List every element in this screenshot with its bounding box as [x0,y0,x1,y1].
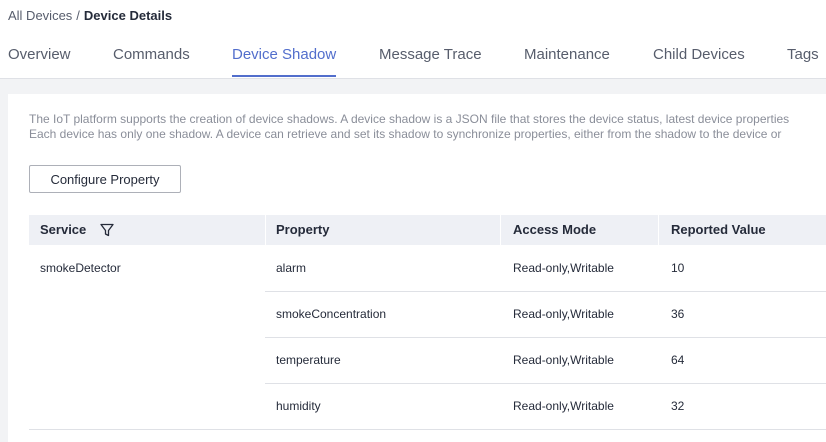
column-header-service: Service [40,222,87,237]
column-divider [500,215,501,245]
column-header-property: Property [276,222,330,237]
column-divider [265,215,266,245]
access-mode-cell: Read-only,Writable [513,261,614,275]
tab-child-devices[interactable]: Child Devices [653,46,745,77]
column-header-access-mode: Access Mode [513,222,597,237]
access-mode-cell: Read-only,Writable [513,399,614,413]
tab-maintenance[interactable]: Maintenance [524,46,610,77]
filter-icon[interactable] [99,222,115,238]
shadow-description: The IoT platform supports the creation o… [29,112,789,142]
reported-value-cell: 64 [671,353,685,367]
top-bar: All Devices / Device Details Overview Comm… [0,0,826,78]
property-cell: temperature [276,353,341,367]
breadcrumb-current: Device Details [83,8,173,23]
tab-tags[interactable]: Tags [787,46,819,77]
reported-value-cell: 10 [671,261,685,275]
reported-value-cell: 32 [671,399,685,413]
column-header-reported-value: Reported Value [671,222,766,237]
property-cell: humidity [276,399,321,413]
column-divider [658,215,659,245]
breadcrumb: All Devices / Device Details [8,8,172,23]
tab-bar: Overview Commands Device Shadow Message … [0,46,826,78]
breadcrumb-separator: / [76,8,80,23]
breadcrumb-all-devices[interactable]: All Devices [8,8,72,23]
row-divider [265,291,826,292]
row-divider [265,337,826,338]
service-cell: smokeDetector [40,261,121,275]
tab-message-trace[interactable]: Message Trace [379,46,482,77]
description-line-1: The IoT platform supports the creation o… [29,112,790,126]
reported-value-cell: 36 [671,307,685,321]
tab-commands[interactable]: Commands [113,46,190,77]
property-cell: alarm [276,261,307,275]
tab-overview[interactable]: Overview [8,46,71,77]
tab-divider [0,78,826,79]
access-mode-cell: Read-only,Writable [513,353,614,367]
device-shadow-panel: The IoT platform supports the creation o… [8,94,826,442]
table-header: Service Property Access Mode Reported Va… [29,215,826,245]
table-bottom-divider [29,429,826,430]
row-divider [265,383,826,384]
tab-device-shadow[interactable]: Device Shadow [232,46,337,77]
property-cell: smokeConcentration [276,307,387,321]
access-mode-cell: Read-only,Writable [513,307,614,321]
configure-property-button[interactable]: Configure Property [29,165,181,193]
description-line-2: Each device has only one shadow. A devic… [29,127,782,141]
